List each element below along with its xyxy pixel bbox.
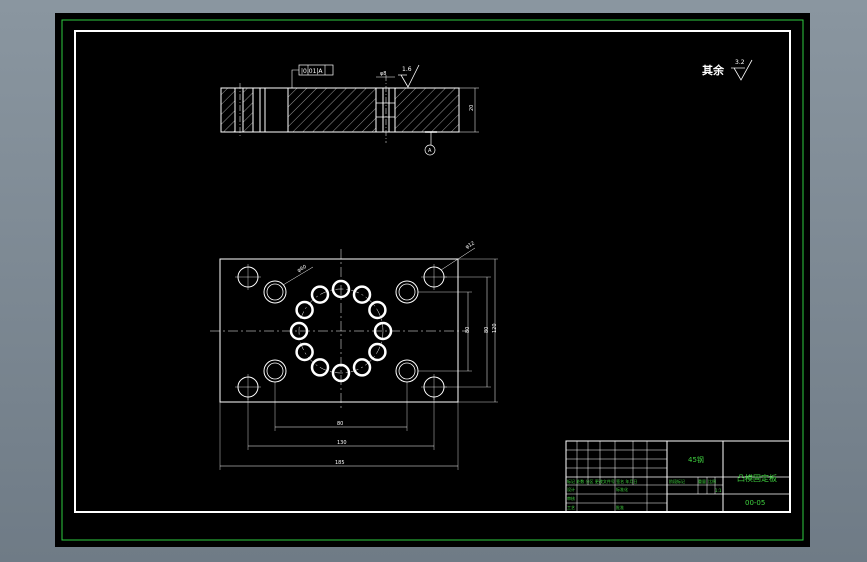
hatch-right [395,88,459,132]
dim-inner-height: 80 [465,327,471,333]
weight-label: 重量 [698,478,706,484]
roughness-note-label: 其余 [702,63,725,77]
punch-hole [295,300,314,320]
standard-label: 标准化 [616,486,628,492]
scale-value: 1:1 [715,488,722,493]
roughness-note-value: 3.2 [735,59,745,66]
hatch-mid [243,88,253,132]
hole-diameter-note: φ8 [380,71,386,77]
datum-label: A [428,148,432,154]
section-view: 20 |0.01|A φ8 1.6 A [220,64,479,156]
cad-drawing: 20 |0.01|A φ8 1.6 A 其余 3.2 φ60 φ12 80 13… [61,19,804,541]
screw-hole [395,280,419,304]
material-label: 45钢 [688,455,704,464]
dim-mid-width: 130 [337,440,347,446]
review-label: 审核 [567,495,575,501]
corner-hole-label: φ12 [465,240,476,250]
approve-label: 批准 [616,504,624,510]
hatch-left [221,88,235,132]
dim-mid-height: 80 [484,327,490,333]
general-roughness-note: 其余 3.2 [702,59,753,81]
corner-hole [235,264,261,290]
drawing-number: 00-05 [745,499,765,507]
designer-label: 设计 [567,486,575,492]
craft-label: 工艺 [567,505,575,510]
pitch-circle-label: φ60 [296,264,307,274]
punch-hole [295,342,314,362]
title-block: 45钢 凸模固定板 00-05 标记 处数 分区 更改文件号 签名 年月日 阶段… [565,440,791,513]
stage-label: 阶段标记 [669,478,685,484]
tolerance-leader [291,69,299,88]
screw-hole [263,280,287,304]
hatch-main [288,88,376,132]
dim-overall-height: 120 [492,323,498,333]
dim-overall-width: 185 [335,460,345,466]
punch-hole [310,285,330,304]
plan-view: φ60 φ12 80 130 185 80 80 120 [210,240,498,470]
drawing-sheet: 20 |0.01|A φ8 1.6 A 其余 3.2 φ60 φ12 80 13… [55,13,810,547]
corner-hole [421,264,447,290]
screw-hole [395,359,419,383]
dim-inner-width: 80 [337,421,343,427]
screw-hole [263,359,287,383]
roughness-value: 1.6 [402,66,412,73]
thickness-dimension: 20 [469,105,475,111]
corner-hole [421,374,447,400]
header-row-text: 标记 处数 分区 更改文件号 签名 年月日 [567,478,637,484]
tolerance-frame-text: |0.01|A [301,68,323,75]
corner-hole [235,374,261,400]
scale-label: 比例 [708,478,716,484]
part-name: 凸模固定板 [737,473,777,483]
